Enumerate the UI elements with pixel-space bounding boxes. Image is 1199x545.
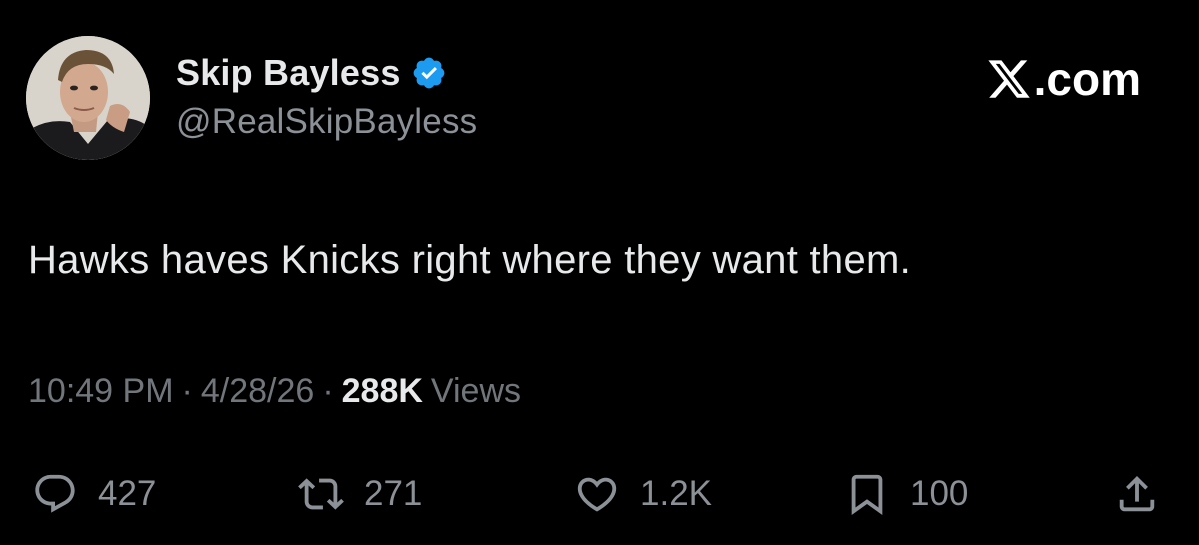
like-button[interactable]: 1.2K <box>574 466 712 522</box>
site-logo: .com <box>986 52 1141 106</box>
avatar-image <box>26 36 150 160</box>
bookmark-icon <box>844 471 890 517</box>
tweet-meta: 10:49 PM · 4/28/26 · 288K Views <box>28 372 521 411</box>
author-name-row: Skip Bayless <box>176 50 477 96</box>
bookmark-count: 100 <box>910 474 969 513</box>
x-logo-icon <box>986 56 1032 102</box>
tweet-time[interactable]: 10:49 PM <box>28 372 174 411</box>
bookmark-button[interactable]: 100 <box>844 466 968 522</box>
repost-icon <box>298 471 344 517</box>
repost-button[interactable]: 271 <box>298 466 422 522</box>
tweet-card: Skip Bayless @RealSkipBayless .com Hawks… <box>0 0 1199 545</box>
reply-icon <box>32 471 78 517</box>
reply-count: 427 <box>98 474 157 513</box>
tweet-date[interactable]: 4/28/26 <box>201 372 314 411</box>
views-count: 288K <box>341 372 423 410</box>
views-label: Views <box>430 372 522 410</box>
meta-separator: · <box>181 372 193 410</box>
author-display-name[interactable]: Skip Bayless <box>176 52 401 94</box>
tweet-text: Hawks haves Knicks right where they want… <box>28 238 912 282</box>
author-handle[interactable]: @RealSkipBayless <box>176 102 477 142</box>
share-icon <box>1114 471 1160 517</box>
avatar[interactable] <box>26 36 150 160</box>
verified-badge-icon <box>411 55 447 91</box>
site-logo-text: .com <box>1033 53 1141 105</box>
author-block: Skip Bayless @RealSkipBayless <box>176 50 477 142</box>
action-bar: 427 271 1.2K 100 <box>0 466 1199 522</box>
repost-count: 271 <box>364 474 423 513</box>
share-button[interactable] <box>1114 466 1160 522</box>
meta-separator: · <box>322 372 334 410</box>
heart-icon <box>574 471 620 517</box>
reply-button[interactable]: 427 <box>32 466 156 522</box>
like-count: 1.2K <box>640 474 712 513</box>
